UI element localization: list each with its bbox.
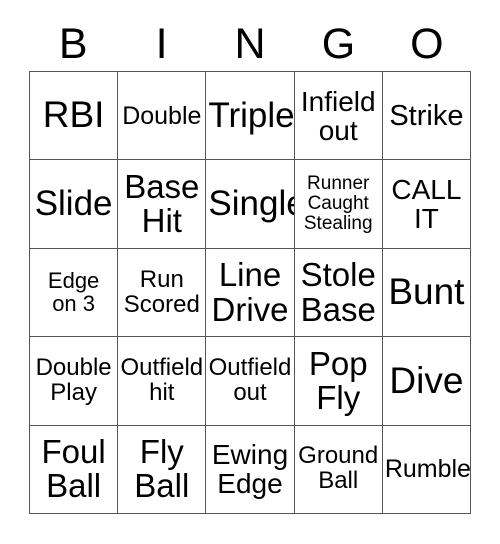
bingo-header: B I N G O: [29, 18, 471, 71]
bingo-cell[interactable]: Runner Caught Stealing: [294, 160, 383, 249]
bingo-cell-label: CALL IT: [391, 174, 462, 235]
bingo-cell[interactable]: Rumble: [382, 425, 472, 515]
bingo-cell[interactable]: Bunt: [382, 248, 472, 338]
bingo-row: Double Play Outfield hit Outfield out Po…: [30, 337, 472, 426]
bingo-cell[interactable]: Line Drive: [206, 248, 295, 338]
bingo-cell-label: Bunt: [388, 271, 465, 313]
bingo-cell-label: Outfield out: [208, 353, 292, 406]
bingo-cell-label: Edge on 3: [47, 267, 100, 316]
header-letter-i: I: [155, 20, 168, 68]
bingo-cell-label: Slide: [34, 183, 113, 223]
bingo-row: RBI Double Triple Infield out Strike: [30, 72, 472, 161]
bingo-row: Edge on 3 Run Scored Line Drive Stole Ba…: [30, 248, 472, 338]
bingo-cell[interactable]: Stole Base: [294, 248, 383, 338]
bingo-cell-label: Fly Ball: [134, 433, 190, 505]
header-letter-n: N: [234, 20, 266, 68]
bingo-cell[interactable]: Fly Ball: [118, 425, 207, 515]
bingo-cell[interactable]: Outfield hit: [118, 337, 207, 426]
bingo-cell[interactable]: Run Scored: [118, 248, 207, 338]
bingo-cell[interactable]: Foul Ball: [30, 425, 119, 515]
bingo-cell[interactable]: Strike: [382, 72, 472, 161]
bingo-cell[interactable]: Infield out: [294, 72, 383, 161]
bingo-cell[interactable]: Dive: [382, 337, 472, 426]
bingo-cell[interactable]: Ewing Edge: [206, 425, 295, 515]
bingo-cell-label: Dive: [389, 359, 464, 401]
bingo-cell-label: Base Hit: [124, 167, 200, 240]
bingo-cell-label: Run Scored: [123, 265, 200, 318]
bingo-cell-label: Pop Fly: [308, 344, 368, 416]
header-letter-o: O: [410, 20, 444, 68]
bingo-cell[interactable]: Ground Ball: [294, 425, 383, 515]
bingo-cell[interactable]: Outfield out: [206, 337, 295, 426]
bingo-grid: RBI Double Triple Infield out Strike Sli…: [29, 71, 472, 515]
bingo-cell[interactable]: Pop Fly: [294, 337, 383, 426]
bingo-cell-label: Strike: [389, 99, 464, 132]
bingo-cell-label: Runner Caught Stealing: [303, 173, 373, 234]
bingo-cell-label: Rumble: [384, 455, 471, 484]
bingo-cell[interactable]: Single: [206, 160, 295, 249]
bingo-cell-label: Ewing Edge: [211, 439, 289, 500]
bingo-cell-label: Line Drive: [211, 256, 289, 328]
bingo-row: Foul Ball Fly Ball Ewing Edge Ground Bal…: [30, 425, 472, 515]
bingo-cell[interactable]: Slide: [30, 160, 119, 249]
bingo-cell-label: Ground Ball: [298, 442, 379, 495]
bingo-cell[interactable]: Double: [118, 72, 207, 161]
header-letter-g: G: [321, 20, 356, 68]
bingo-card: B I N G O RBI Double Triple Infield out …: [0, 0, 500, 544]
bingo-cell[interactable]: CALL IT: [382, 160, 472, 249]
bingo-cell-label: Triple: [208, 95, 295, 135]
header-letter-b: B: [58, 20, 88, 68]
bingo-cell-label: Stole Base: [300, 256, 376, 328]
bingo-cell[interactable]: Triple: [206, 72, 295, 161]
bingo-cell-label: Double: [122, 101, 202, 130]
bingo-cell-label: RBI: [42, 94, 105, 136]
bingo-cell-label: Single: [208, 183, 293, 223]
bingo-cell-label: Foul Ball: [41, 433, 106, 505]
bingo-cell[interactable]: Double Play: [30, 337, 119, 426]
bingo-cell[interactable]: RBI: [30, 72, 119, 161]
bingo-cell-label: Infield out: [300, 85, 376, 146]
bingo-cell-label: Double Play: [35, 353, 112, 406]
bingo-cell-label: Outfield hit: [120, 353, 204, 406]
bingo-row: Slide Base Hit Single Runner Caught Stea…: [30, 160, 472, 249]
bingo-cell[interactable]: Base Hit: [118, 160, 207, 249]
bingo-cell[interactable]: Edge on 3: [30, 248, 119, 338]
